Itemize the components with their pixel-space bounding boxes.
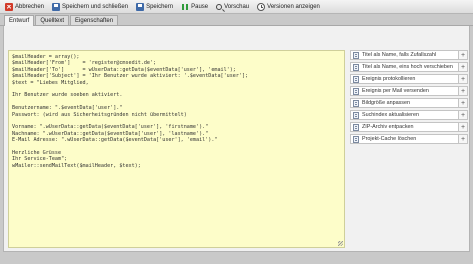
- document-icon: [353, 51, 359, 59]
- action-label: Suchindex aktualisieren: [362, 112, 419, 118]
- save-button[interactable]: Speichern: [134, 1, 175, 13]
- code-line: wMailer::sendMailText($mailHeader, $text…: [12, 162, 141, 169]
- cancel-button[interactable]: Abbrechen: [3, 1, 46, 13]
- add-action-button[interactable]: +: [458, 63, 467, 71]
- versions-label: Versionen anzeigen: [267, 3, 320, 10]
- pause-icon: [181, 3, 189, 11]
- add-action-button[interactable]: +: [458, 51, 467, 59]
- action-item[interactable]: Ereignis protokollieren +: [350, 74, 468, 84]
- magnifier-icon: [216, 3, 223, 10]
- action-item[interactable]: Ereignis per Mail versenden +: [350, 86, 468, 96]
- cancel-label: Abbrechen: [15, 3, 45, 10]
- add-action-button[interactable]: +: [458, 87, 467, 95]
- pause-label: Pause: [191, 3, 209, 10]
- document-icon: [353, 111, 359, 119]
- action-item[interactable]: Projekt-Cache löschen +: [350, 134, 468, 144]
- add-action-button[interactable]: +: [458, 99, 467, 107]
- action-label: Titel als Name, eins hoch verschieben: [362, 64, 453, 70]
- add-action-button[interactable]: +: [458, 75, 467, 83]
- save-icon: [136, 2, 145, 11]
- document-icon: [353, 123, 359, 131]
- show-versions-button[interactable]: Versionen anzeigen: [255, 1, 322, 13]
- preview-label: Vorschau: [224, 3, 250, 10]
- save-close-icon: [52, 2, 61, 11]
- add-action-button[interactable]: +: [458, 135, 467, 143]
- action-label: Bildgröße anpassen: [362, 100, 410, 106]
- action-label: Ereignis protokollieren: [362, 76, 416, 82]
- code-text: $mailHeader = array(); $mailHeader['From'…: [9, 51, 344, 172]
- document-icon: [353, 135, 359, 143]
- tab-source[interactable]: Quelltext: [35, 15, 70, 25]
- cancel-icon: [5, 2, 13, 11]
- document-icon: [353, 75, 359, 83]
- save-and-close-button[interactable]: Speichern und schließen: [50, 1, 130, 13]
- document-icon: [353, 63, 359, 71]
- action-item[interactable]: Titel als Name, falls Zufallszahl +: [350, 50, 468, 60]
- action-label: Projekt-Cache löschen: [362, 136, 417, 142]
- action-label: Ereignis per Mail versenden: [362, 88, 429, 94]
- add-action-button[interactable]: +: [458, 123, 467, 131]
- action-item[interactable]: Suchindex aktualisieren +: [350, 110, 468, 120]
- document-icon: [353, 99, 359, 107]
- tab-draft[interactable]: Entwurf: [4, 15, 35, 26]
- action-list: Titel als Name, falls Zufallszahl + Titel …: [350, 50, 468, 146]
- action-item[interactable]: Titel als Name, eins hoch verschieben +: [350, 62, 468, 72]
- editor-panel: $mailHeader = array(); $mailHeader['From'…: [3, 26, 470, 252]
- pause-button[interactable]: Pause: [179, 1, 210, 13]
- save-label: Speichern: [146, 3, 174, 10]
- action-item[interactable]: ZIP-Archiv entpacken +: [350, 122, 468, 132]
- clock-icon: [257, 2, 266, 11]
- add-action-button[interactable]: +: [458, 111, 467, 119]
- action-label: ZIP-Archiv entpacken: [362, 124, 414, 130]
- footer: [0, 252, 473, 264]
- action-label: Titel als Name, falls Zufallszahl: [362, 52, 437, 58]
- resize-grip-icon[interactable]: [338, 241, 343, 246]
- code-editor[interactable]: $mailHeader = array(); $mailHeader['From'…: [8, 50, 345, 248]
- action-item[interactable]: Bildgröße anpassen +: [350, 98, 468, 108]
- preview-button[interactable]: Vorschau: [214, 1, 251, 13]
- document-icon: [353, 87, 359, 95]
- save-close-label: Speichern und schließen: [62, 3, 129, 10]
- toolbar: Abbrechen Speichern und schließen Speich…: [0, 0, 473, 14]
- tab-properties[interactable]: Eigenschaften: [70, 15, 119, 25]
- tab-bar: Entwurf Quelltext Eigenschaften: [0, 14, 473, 26]
